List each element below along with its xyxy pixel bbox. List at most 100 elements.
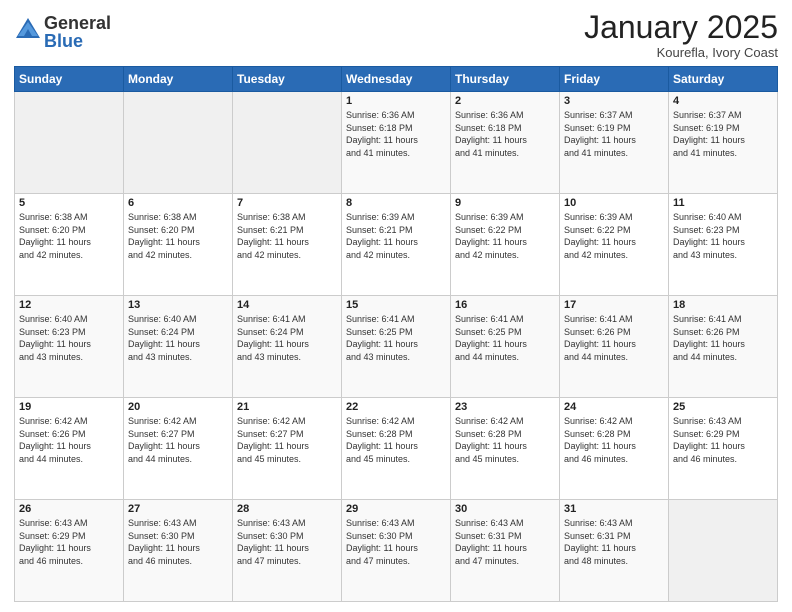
- day-info: Sunrise: 6:40 AM Sunset: 6:23 PM Dayligh…: [19, 313, 119, 363]
- day-info: Sunrise: 6:41 AM Sunset: 6:25 PM Dayligh…: [455, 313, 555, 363]
- day-number: 30: [455, 503, 555, 515]
- weekday-header-wednesday: Wednesday: [342, 67, 451, 92]
- day-info: Sunrise: 6:43 AM Sunset: 6:31 PM Dayligh…: [564, 517, 664, 567]
- day-number: 8: [346, 197, 446, 209]
- day-number: 11: [673, 197, 773, 209]
- day-number: 7: [237, 197, 337, 209]
- day-cell: [669, 500, 778, 602]
- day-number: 16: [455, 299, 555, 311]
- day-cell: 19Sunrise: 6:42 AM Sunset: 6:26 PM Dayli…: [15, 398, 124, 500]
- weekday-header-thursday: Thursday: [451, 67, 560, 92]
- day-info: Sunrise: 6:40 AM Sunset: 6:23 PM Dayligh…: [673, 211, 773, 261]
- month-title: January 2025: [584, 10, 778, 45]
- day-number: 23: [455, 401, 555, 413]
- weekday-header-friday: Friday: [560, 67, 669, 92]
- day-cell: 21Sunrise: 6:42 AM Sunset: 6:27 PM Dayli…: [233, 398, 342, 500]
- day-info: Sunrise: 6:42 AM Sunset: 6:28 PM Dayligh…: [455, 415, 555, 465]
- weekday-header-saturday: Saturday: [669, 67, 778, 92]
- day-info: Sunrise: 6:43 AM Sunset: 6:29 PM Dayligh…: [673, 415, 773, 465]
- weekday-header-sunday: Sunday: [15, 67, 124, 92]
- day-info: Sunrise: 6:39 AM Sunset: 6:22 PM Dayligh…: [564, 211, 664, 261]
- day-info: Sunrise: 6:39 AM Sunset: 6:21 PM Dayligh…: [346, 211, 446, 261]
- title-block: January 2025 Kourefla, Ivory Coast: [584, 10, 778, 60]
- week-row-5: 26 Sunrise: 6:43 AM Sunset: 6:29 PM Dayli…: [15, 500, 778, 602]
- day-cell: 14 Sunrise: 6:41 AM Sunset: 6:24 PM Dayli…: [233, 296, 342, 398]
- day-cell: 13 Sunrise: 6:40 AM Sunset: 6:24 PM Dayli…: [124, 296, 233, 398]
- day-number: 25: [673, 401, 773, 413]
- day-number: 13: [128, 299, 228, 311]
- day-info: Sunrise: 6:41 AM Sunset: 6:26 PM Dayligh…: [673, 313, 773, 363]
- day-cell: 17 Sunrise: 6:41 AM Sunset: 6:26 PM Dayli…: [560, 296, 669, 398]
- day-cell: 12 Sunrise: 6:40 AM Sunset: 6:23 PM Dayli…: [15, 296, 124, 398]
- day-number: 22: [346, 401, 446, 413]
- day-info: Sunrise: 6:42 AM Sunset: 6:27 PM Dayligh…: [237, 415, 337, 465]
- day-cell: [124, 92, 233, 194]
- day-cell: 9 Sunrise: 6:39 AM Sunset: 6:22 PM Daylig…: [451, 194, 560, 296]
- day-cell: 31 Sunrise: 6:43 AM Sunset: 6:31 PM Dayli…: [560, 500, 669, 602]
- logo-general: General: [44, 14, 111, 32]
- day-number: 9: [455, 197, 555, 209]
- day-number: 20: [128, 401, 228, 413]
- day-number: 5: [19, 197, 119, 209]
- day-cell: [15, 92, 124, 194]
- day-cell: 22Sunrise: 6:42 AM Sunset: 6:28 PM Dayli…: [342, 398, 451, 500]
- day-cell: 20 Sunrise: 6:42 AM Sunset: 6:27 PM Dayli…: [124, 398, 233, 500]
- day-number: 10: [564, 197, 664, 209]
- day-cell: [233, 92, 342, 194]
- weekday-header-row: SundayMondayTuesdayWednesdayThursdayFrid…: [15, 67, 778, 92]
- day-number: 24: [564, 401, 664, 413]
- day-info: Sunrise: 6:39 AM Sunset: 6:22 PM Dayligh…: [455, 211, 555, 261]
- day-cell: 18 Sunrise: 6:41 AM Sunset: 6:26 PM Dayli…: [669, 296, 778, 398]
- day-info: Sunrise: 6:42 AM Sunset: 6:26 PM Dayligh…: [19, 415, 119, 465]
- day-info: Sunrise: 6:37 AM Sunset: 6:19 PM Dayligh…: [673, 109, 773, 159]
- logo-blue: Blue: [44, 32, 111, 50]
- day-cell: 24 Sunrise: 6:42 AM Sunset: 6:28 PM Dayli…: [560, 398, 669, 500]
- day-info: Sunrise: 6:41 AM Sunset: 6:26 PM Dayligh…: [564, 313, 664, 363]
- header: General Blue January 2025 Kourefla, Ivor…: [14, 10, 778, 60]
- day-number: 2: [455, 95, 555, 107]
- location: Kourefla, Ivory Coast: [584, 45, 778, 60]
- day-info: Sunrise: 6:43 AM Sunset: 6:31 PM Dayligh…: [455, 517, 555, 567]
- day-info: Sunrise: 6:38 AM Sunset: 6:20 PM Dayligh…: [19, 211, 119, 261]
- day-number: 14: [237, 299, 337, 311]
- day-cell: 7Sunrise: 6:38 AM Sunset: 6:21 PM Daylig…: [233, 194, 342, 296]
- day-cell: 11 Sunrise: 6:40 AM Sunset: 6:23 PM Dayli…: [669, 194, 778, 296]
- day-info: Sunrise: 6:42 AM Sunset: 6:28 PM Dayligh…: [564, 415, 664, 465]
- logo: General Blue: [14, 14, 111, 50]
- day-cell: 29Sunrise: 6:43 AM Sunset: 6:30 PM Dayli…: [342, 500, 451, 602]
- day-number: 15: [346, 299, 446, 311]
- day-info: Sunrise: 6:42 AM Sunset: 6:27 PM Dayligh…: [128, 415, 228, 465]
- day-info: Sunrise: 6:43 AM Sunset: 6:30 PM Dayligh…: [237, 517, 337, 567]
- day-number: 26: [19, 503, 119, 515]
- weekday-header-monday: Monday: [124, 67, 233, 92]
- day-cell: 15 Sunrise: 6:41 AM Sunset: 6:25 PM Dayli…: [342, 296, 451, 398]
- day-cell: 6Sunrise: 6:38 AM Sunset: 6:20 PM Daylig…: [124, 194, 233, 296]
- day-info: Sunrise: 6:36 AM Sunset: 6:18 PM Dayligh…: [455, 109, 555, 159]
- day-info: Sunrise: 6:43 AM Sunset: 6:30 PM Dayligh…: [128, 517, 228, 567]
- day-number: 31: [564, 503, 664, 515]
- day-number: 29: [346, 503, 446, 515]
- day-number: 17: [564, 299, 664, 311]
- day-number: 18: [673, 299, 773, 311]
- day-number: 1: [346, 95, 446, 107]
- day-info: Sunrise: 6:41 AM Sunset: 6:25 PM Dayligh…: [346, 313, 446, 363]
- day-info: Sunrise: 6:38 AM Sunset: 6:20 PM Dayligh…: [128, 211, 228, 261]
- calendar-table: SundayMondayTuesdayWednesdayThursdayFrid…: [14, 66, 778, 602]
- day-info: Sunrise: 6:40 AM Sunset: 6:24 PM Dayligh…: [128, 313, 228, 363]
- day-number: 27: [128, 503, 228, 515]
- day-info: Sunrise: 6:36 AM Sunset: 6:18 PM Dayligh…: [346, 109, 446, 159]
- day-cell: 27 Sunrise: 6:43 AM Sunset: 6:30 PM Dayli…: [124, 500, 233, 602]
- day-cell: 26 Sunrise: 6:43 AM Sunset: 6:29 PM Dayli…: [15, 500, 124, 602]
- day-info: Sunrise: 6:37 AM Sunset: 6:19 PM Dayligh…: [564, 109, 664, 159]
- day-info: Sunrise: 6:41 AM Sunset: 6:24 PM Dayligh…: [237, 313, 337, 363]
- logo-icon: [14, 16, 42, 44]
- page: General Blue January 2025 Kourefla, Ivor…: [0, 0, 792, 612]
- day-cell: 23 Sunrise: 6:42 AM Sunset: 6:28 PM Dayli…: [451, 398, 560, 500]
- day-info: Sunrise: 6:43 AM Sunset: 6:29 PM Dayligh…: [19, 517, 119, 567]
- day-cell: 16 Sunrise: 6:41 AM Sunset: 6:25 PM Dayli…: [451, 296, 560, 398]
- day-number: 12: [19, 299, 119, 311]
- week-row-4: 19Sunrise: 6:42 AM Sunset: 6:26 PM Dayli…: [15, 398, 778, 500]
- day-cell: 5 Sunrise: 6:38 AM Sunset: 6:20 PM Daylig…: [15, 194, 124, 296]
- day-cell: 1 Sunrise: 6:36 AM Sunset: 6:18 PM Daylig…: [342, 92, 451, 194]
- day-cell: 10 Sunrise: 6:39 AM Sunset: 6:22 PM Dayli…: [560, 194, 669, 296]
